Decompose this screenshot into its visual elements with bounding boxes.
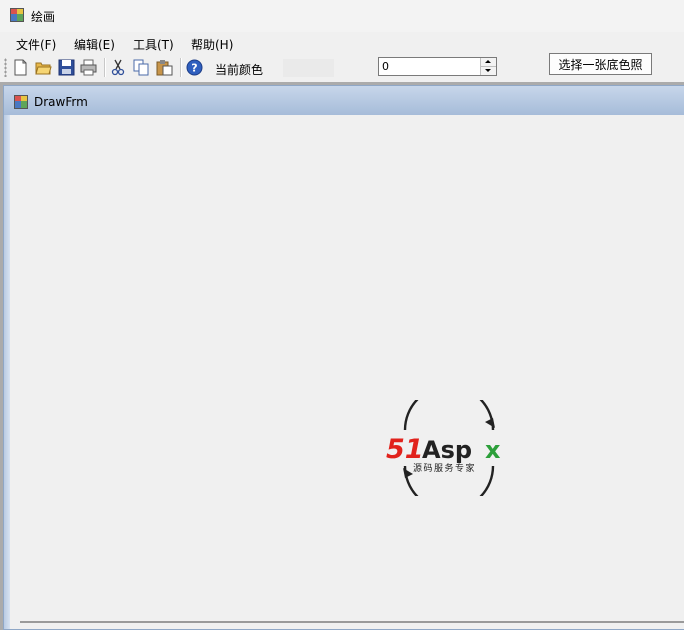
help-icon[interactable]: ? bbox=[186, 59, 203, 76]
child-app-icon bbox=[14, 95, 28, 109]
child-window-title: DrawFrm bbox=[34, 95, 88, 109]
brand-red-text: 51 bbox=[386, 434, 424, 465]
window-titlebar: 绘画 bbox=[0, 0, 684, 33]
cut-icon[interactable] bbox=[110, 59, 127, 76]
brand-green-text: x bbox=[485, 436, 501, 464]
toolbar-separator bbox=[104, 58, 105, 77]
toolbar-separator bbox=[180, 58, 181, 77]
scrollbar-track[interactable] bbox=[20, 621, 684, 623]
child-window-drawfrm: DrawFrm bbox=[3, 85, 684, 630]
tagline-text: 源码服务专家 bbox=[413, 462, 476, 474]
spinner-value[interactable]: 0 bbox=[382, 60, 389, 73]
open-folder-icon[interactable] bbox=[35, 59, 52, 76]
current-color-swatch[interactable] bbox=[283, 59, 334, 77]
print-icon[interactable] bbox=[80, 59, 97, 76]
drawing-canvas[interactable] bbox=[10, 115, 684, 615]
current-color-label: 当前颜色 bbox=[215, 63, 264, 77]
mdi-container: DrawFrm bbox=[0, 82, 684, 630]
menu-edit[interactable]: 编辑(E) bbox=[74, 36, 115, 53]
spinner-up-button[interactable] bbox=[481, 58, 496, 67]
brush-size-spinner[interactable]: 0 bbox=[378, 57, 497, 76]
chevron-down-icon bbox=[485, 69, 491, 72]
svg-text:?: ? bbox=[191, 62, 197, 75]
paste-icon[interactable] bbox=[156, 59, 173, 76]
horizontal-scrollbar[interactable] bbox=[10, 615, 684, 629]
chevron-up-icon bbox=[485, 60, 491, 63]
toolbar-grip[interactable] bbox=[4, 58, 7, 77]
menu-bar: 文件(F) 编辑(E) 工具(T) 帮助(H) bbox=[0, 32, 684, 54]
spinner-buttons bbox=[480, 58, 496, 75]
brand-dark-text: Asp bbox=[422, 436, 472, 464]
copy-icon[interactable] bbox=[133, 59, 150, 76]
menu-tools[interactable]: 工具(T) bbox=[133, 36, 174, 53]
new-file-icon[interactable] bbox=[12, 59, 29, 76]
app-icon bbox=[10, 8, 24, 22]
menu-file[interactable]: 文件(F) bbox=[16, 36, 56, 53]
choose-background-button[interactable]: 选择一张底色照 bbox=[549, 53, 652, 75]
save-icon[interactable] bbox=[58, 59, 75, 76]
menu-help[interactable]: 帮助(H) bbox=[191, 36, 233, 53]
watermark-logo: 51 Asp x 源码服务专家 bbox=[385, 384, 513, 512]
child-window-titlebar[interactable]: DrawFrm bbox=[4, 86, 684, 115]
window-title: 绘画 bbox=[31, 10, 56, 24]
spinner-down-button[interactable] bbox=[481, 67, 496, 75]
